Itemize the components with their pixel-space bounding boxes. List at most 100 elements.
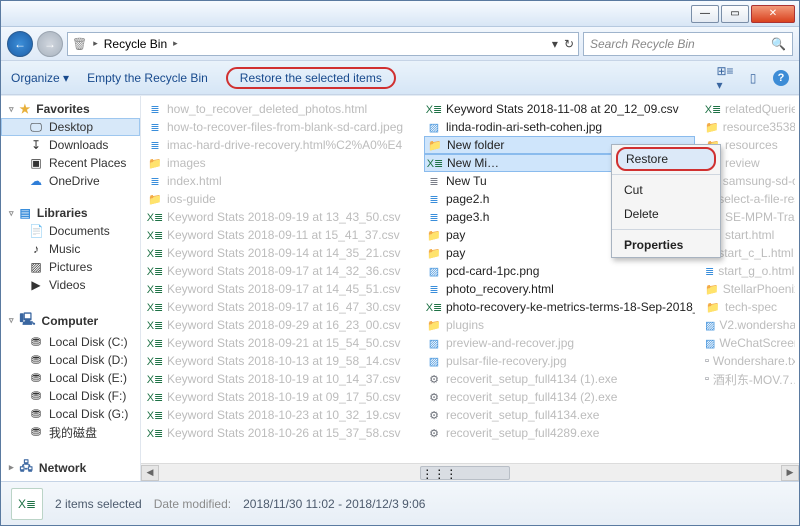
- file-item[interactable]: ⚙recoverit_setup_full4134 (2).exe: [424, 388, 695, 406]
- file-item[interactable]: X≣Keyword Stats 2018-09-19 at 13_43_50.c…: [145, 208, 416, 226]
- file-item[interactable]: X≣Keyword Stats 2018-09-17 at 16_47_30.c…: [145, 298, 416, 316]
- file-item[interactable]: ⚙recoverit_setup_full4289.exe: [424, 424, 695, 442]
- file-item[interactable]: X≣Keyword Stats 2018-10-19 at 10_14_37.c…: [145, 370, 416, 388]
- back-button[interactable]: ←: [7, 31, 33, 57]
- file-item[interactable]: ⚙recoverit_setup_full4134 (1).exe: [424, 370, 695, 388]
- file-item[interactable]: ≣how-to-recover-files-from-blank-sd-card…: [145, 118, 416, 136]
- disk-icon: ⛃: [29, 335, 43, 349]
- sidebar-item-disk-e[interactable]: ⛃Local Disk (E:): [1, 369, 140, 387]
- folder-icon: 📁: [426, 246, 442, 260]
- file-item[interactable]: X≣Keyword Stats 2018-10-19 at 09_17_50.c…: [145, 388, 416, 406]
- sidebar-item-onedrive[interactable]: ☁OneDrive: [1, 172, 140, 190]
- file-item[interactable]: ▨preview-and-recover.jpg: [424, 334, 695, 352]
- horizontal-scrollbar[interactable]: ◀ ⋮⋮⋮ ▶: [141, 463, 799, 481]
- file-item[interactable]: ▨pcd-card-1pc.png: [424, 262, 695, 280]
- sidebar-item-disk-f[interactable]: ⛃Local Disk (F:): [1, 387, 140, 405]
- forward-button[interactable]: →: [37, 31, 63, 57]
- file-item[interactable]: X≣Keyword Stats 2018-09-21 at 15_54_50.c…: [145, 334, 416, 352]
- file-item[interactable]: ▫Wondershare.tx: [703, 352, 795, 370]
- libraries-group[interactable]: ▿▤Libraries: [1, 200, 140, 222]
- search-input[interactable]: Search Recycle Bin 🔍: [583, 32, 793, 56]
- scroll-right-button[interactable]: ▶: [781, 465, 799, 481]
- file-item[interactable]: X≣Keyword Stats 2018-09-17 at 14_32_36.c…: [145, 262, 416, 280]
- file-label: start.html: [725, 228, 774, 242]
- excel-icon: X≣: [426, 300, 442, 314]
- sidebar-item-pictures[interactable]: ▨Pictures: [1, 258, 140, 276]
- file-label: ios-guide: [167, 192, 216, 206]
- sidebar-item-videos[interactable]: ▶Videos: [1, 276, 140, 294]
- file-item[interactable]: ▨linda-rodin-ari-seth-cohen.jpg: [424, 118, 695, 136]
- sidebar-item-disk-d[interactable]: ⛃Local Disk (D:): [1, 351, 140, 369]
- file-item[interactable]: X≣Keyword Stats 2018-09-17 at 14_45_51.c…: [145, 280, 416, 298]
- refresh-button[interactable]: ↻: [564, 37, 574, 51]
- favorites-group[interactable]: ▿ ★ Favorites: [1, 96, 140, 118]
- file-item[interactable]: X≣Keyword Stats 2018-11-08 at 20_12_09.c…: [424, 100, 695, 118]
- file-item[interactable]: ≣start_g_o.html: [703, 262, 795, 280]
- address-bar[interactable]: 🗑 ▸ Recycle Bin ▸ ▾ ↻: [67, 32, 579, 56]
- context-restore[interactable]: Restore: [616, 147, 716, 171]
- file-item[interactable]: ▨pulsar-file-recovery.jpg: [424, 352, 695, 370]
- sidebar-item-recent-places[interactable]: ▣Recent Places: [1, 154, 140, 172]
- file-item[interactable]: X≣Keyword Stats 2018-09-14 at 14_35_21.c…: [145, 244, 416, 262]
- network-group[interactable]: ▸🖧Network: [1, 451, 140, 480]
- file-item[interactable]: 📁plugins: [424, 316, 695, 334]
- file-item[interactable]: 📁tech-spec: [703, 298, 795, 316]
- breadcrumb-text[interactable]: Recycle Bin: [104, 37, 167, 51]
- file-item[interactable]: X≣Keyword Stats 2018-09-29 at 16_23_00.c…: [145, 316, 416, 334]
- separator: [612, 229, 720, 230]
- scroll-left-button[interactable]: ◀: [141, 465, 159, 481]
- file-item[interactable]: 📁resource3538_de: [703, 118, 795, 136]
- file-item[interactable]: X≣Keyword Stats 2018-10-13 at 19_58_14.c…: [145, 352, 416, 370]
- context-cut[interactable]: Cut: [612, 178, 720, 202]
- img-icon: ▨: [705, 318, 715, 332]
- nav-label: Videos: [49, 278, 85, 292]
- empty-recycle-bin-button[interactable]: Empty the Recycle Bin: [87, 71, 208, 85]
- file-item[interactable]: ▨WeChatScreen: [703, 334, 795, 352]
- navigation-pane: ▿ ★ Favorites 🖵Desktop ↧Downloads ▣Recen…: [1, 96, 141, 481]
- file-item[interactable]: ≣photo_recovery.html: [424, 280, 695, 298]
- file-list[interactable]: ≣how_to_recover_deleted_photos.html≣how-…: [141, 96, 799, 463]
- sidebar-item-disk-cn[interactable]: ⛃我的磁盘: [1, 423, 140, 441]
- recent-icon: ▣: [29, 156, 43, 170]
- file-item[interactable]: ⚙recoverit_setup_full4134.exe: [424, 406, 695, 424]
- sidebar-item-documents[interactable]: 📄Documents: [1, 222, 140, 240]
- context-properties[interactable]: Properties: [612, 233, 720, 257]
- file-item[interactable]: 📁ios-guide: [145, 190, 416, 208]
- preview-pane-button[interactable]: ▯: [745, 70, 761, 86]
- file-item[interactable]: ▨V2.wondershare: [703, 316, 795, 334]
- help-button[interactable]: ?: [773, 70, 789, 86]
- file-item[interactable]: ≣index.html: [145, 172, 416, 190]
- file-item[interactable]: X≣Keyword Stats 2018-10-23 at 10_32_19.c…: [145, 406, 416, 424]
- organize-menu[interactable]: Organize ▾: [11, 71, 69, 85]
- sidebar-item-disk-g[interactable]: ⛃Local Disk (G:): [1, 405, 140, 423]
- minimize-button[interactable]: —: [691, 5, 719, 23]
- scroll-thumb[interactable]: ⋮⋮⋮: [420, 466, 510, 480]
- file-item[interactable]: ≣imac-hard-drive-recovery.html%C2%A0%E4: [145, 136, 416, 154]
- maximize-button[interactable]: ▭: [721, 5, 749, 23]
- sidebar-item-music[interactable]: ♪Music: [1, 240, 140, 258]
- file-item[interactable]: 📁images: [145, 154, 416, 172]
- close-button[interactable]: ✕: [751, 5, 795, 23]
- address-dropdown[interactable]: ▾: [552, 37, 558, 51]
- excel-icon: X≣: [147, 210, 163, 224]
- txt-icon: ≣: [426, 174, 442, 188]
- file-label: New folder: [447, 138, 504, 152]
- view-options-button[interactable]: ⊞≡ ▾: [717, 70, 733, 86]
- excel-icon: X≣: [147, 426, 163, 440]
- file-label: WeChatScreen: [719, 336, 795, 350]
- file-item[interactable]: X≣Keyword Stats 2018-09-11 at 15_41_37.c…: [145, 226, 416, 244]
- file-item[interactable]: X≣relatedQueries.cs: [703, 100, 795, 118]
- sidebar-item-downloads[interactable]: ↧Downloads: [1, 136, 140, 154]
- context-delete[interactable]: Delete: [612, 202, 720, 226]
- restore-selected-button[interactable]: Restore the selected items: [226, 67, 396, 89]
- sidebar-item-disk-c[interactable]: ⛃Local Disk (C:): [1, 333, 140, 351]
- file-item[interactable]: ≣how_to_recover_deleted_photos.html: [145, 100, 416, 118]
- file-item[interactable]: ▫酒利东-MOV.7…: [703, 370, 795, 388]
- pictures-icon: ▨: [29, 260, 43, 274]
- computer-group[interactable]: ▿🖳Computer: [1, 304, 140, 333]
- scroll-track[interactable]: ⋮⋮⋮: [159, 465, 781, 481]
- file-item[interactable]: X≣photo-recovery-ke-metrics-terms-18-Sep…: [424, 298, 695, 316]
- file-item[interactable]: 📁StellarPhoenixWi: [703, 280, 795, 298]
- sidebar-item-desktop[interactable]: 🖵Desktop: [1, 118, 140, 136]
- file-item[interactable]: X≣Keyword Stats 2018-10-26 at 15_37_58.c…: [145, 424, 416, 442]
